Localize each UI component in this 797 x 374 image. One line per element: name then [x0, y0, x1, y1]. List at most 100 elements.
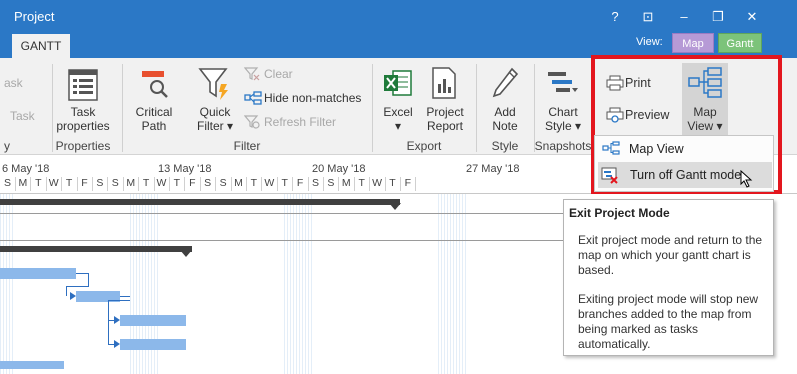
partial-group-label: y — [4, 139, 10, 153]
mouse-cursor-icon — [740, 169, 754, 188]
close-button[interactable]: ✕ — [740, 6, 764, 28]
task-properties-icon[interactable] — [66, 68, 100, 102]
weekend-shading — [284, 194, 314, 374]
day-label: S — [204, 177, 212, 189]
day-label: M — [18, 177, 28, 189]
refresh-filter-icon — [243, 115, 260, 129]
view-map-button[interactable]: Map — [672, 33, 714, 53]
summary-bar-end — [180, 250, 192, 257]
day-label: S — [219, 177, 227, 189]
excel-dropdown-arrow: ▾ — [394, 119, 402, 133]
task-bar[interactable] — [0, 268, 76, 279]
task-bar[interactable] — [0, 361, 64, 369]
add-note-label-2: Note — [492, 119, 518, 133]
clear-filter-icon — [243, 67, 260, 81]
map-view-icon — [602, 141, 620, 155]
dependency-link — [108, 300, 130, 301]
day-label: T — [389, 177, 396, 189]
quick-filter-icon[interactable] — [198, 66, 232, 102]
task-properties-label-1: Task — [70, 105, 96, 119]
refresh-filter-button[interactable]: Refresh Filter — [264, 115, 336, 129]
dependency-link — [66, 286, 67, 296]
task-properties-label-2: properties — [56, 119, 110, 133]
critical-path-icon[interactable] — [140, 68, 170, 100]
menu-item-turn-off-gantt-label: Turn off Gantt mode — [630, 168, 742, 182]
summary-bar[interactable] — [0, 246, 192, 252]
day-label: W — [156, 177, 167, 189]
view-gantt-button[interactable]: Gantt — [718, 33, 762, 53]
add-note-button[interactable]: Add Note — [480, 105, 530, 133]
pencil-icon[interactable] — [490, 66, 520, 100]
critical-path-label-1: Critical — [135, 105, 173, 119]
dependency-link — [66, 286, 89, 287]
summary-bar-end — [389, 203, 401, 210]
minimize-button[interactable]: – — [672, 6, 696, 28]
day-label: F — [189, 177, 196, 189]
quick-filter-label-2: Filter ▾ — [196, 119, 234, 133]
ribbon-separator — [52, 64, 53, 152]
row-divider — [0, 213, 570, 214]
day-label: T — [65, 177, 73, 189]
day-label: T — [281, 177, 288, 189]
maximize-button[interactable]: ❐ — [706, 6, 730, 28]
dependency-link — [108, 300, 109, 344]
group-label-properties: Properties — [55, 139, 111, 153]
quick-filter-button[interactable]: Quick Filter ▾ — [190, 105, 240, 133]
day-label: T — [35, 177, 42, 189]
chart-style-icon[interactable] — [546, 68, 580, 100]
menu-item-map-view[interactable] — [598, 139, 770, 161]
day-label: S — [96, 177, 104, 189]
group-label-filter: Filter — [233, 139, 261, 153]
ribbon-display-icon[interactable]: ⊡ — [636, 6, 660, 28]
chart-style-label-1: Chart — [548, 105, 578, 119]
partial-label-ask: ask — [4, 76, 23, 90]
ribbon-tab-gantt[interactable]: GANTT — [12, 34, 70, 58]
project-report-button[interactable]: Project Report — [420, 105, 470, 133]
ribbon-separator — [476, 64, 477, 152]
summary-bar[interactable] — [0, 199, 400, 205]
day-label: S — [311, 177, 319, 189]
clear-filter-button[interactable]: Clear — [264, 67, 293, 81]
group-label-style: Style — [491, 139, 519, 153]
quick-filter-label-1: Quick — [199, 105, 231, 119]
weekend-shading — [0, 194, 14, 374]
day-label: W — [48, 177, 59, 189]
ribbon-separator — [372, 64, 373, 152]
critical-path-button[interactable]: Critical Path — [128, 105, 180, 133]
group-label-snapshots: Snapshots — [534, 139, 592, 153]
critical-path-label-2: Path — [141, 119, 167, 133]
view-label: View: — [636, 36, 663, 48]
tooltip-paragraph: Exit project mode and return to the map … — [578, 233, 763, 277]
partial-label-task: Task — [10, 109, 35, 123]
day-label: S — [111, 177, 119, 189]
excel-label: Excel — [383, 105, 413, 119]
turn-off-gantt-icon — [601, 166, 619, 184]
day-label: W — [264, 177, 275, 189]
help-button[interactable]: ? — [603, 6, 627, 28]
task-bar[interactable] — [120, 315, 186, 326]
add-note-label-1: Add — [494, 105, 516, 119]
day-label: T — [173, 177, 181, 189]
project-report-icon[interactable] — [430, 66, 458, 100]
chart-style-label-2: Style ▾ — [544, 119, 582, 133]
day-label: M — [126, 177, 136, 189]
day-label: F — [404, 177, 412, 189]
day-label: T — [142, 177, 150, 189]
day-label: T — [250, 177, 258, 189]
app-tab-project[interactable]: Project — [14, 6, 74, 28]
hide-non-matches-icon — [244, 91, 262, 105]
dependency-link — [120, 296, 130, 297]
dependency-link — [76, 273, 88, 274]
weekend-shading — [438, 194, 468, 374]
day-label: T — [358, 177, 365, 189]
task-bar[interactable] — [120, 339, 186, 350]
day-divider — [415, 177, 417, 191]
hide-non-matches-button[interactable]: Hide non-matches — [264, 91, 361, 105]
chart-style-button[interactable]: Chart Style ▾ — [538, 105, 588, 133]
day-label: M — [341, 177, 351, 189]
task-properties-button[interactable]: Task properties — [54, 105, 112, 133]
day-label: W — [372, 177, 383, 189]
excel-icon[interactable] — [383, 68, 413, 98]
week-label: 13 May '18 — [158, 163, 212, 175]
excel-export-button[interactable]: Excel ▾ — [378, 105, 418, 133]
